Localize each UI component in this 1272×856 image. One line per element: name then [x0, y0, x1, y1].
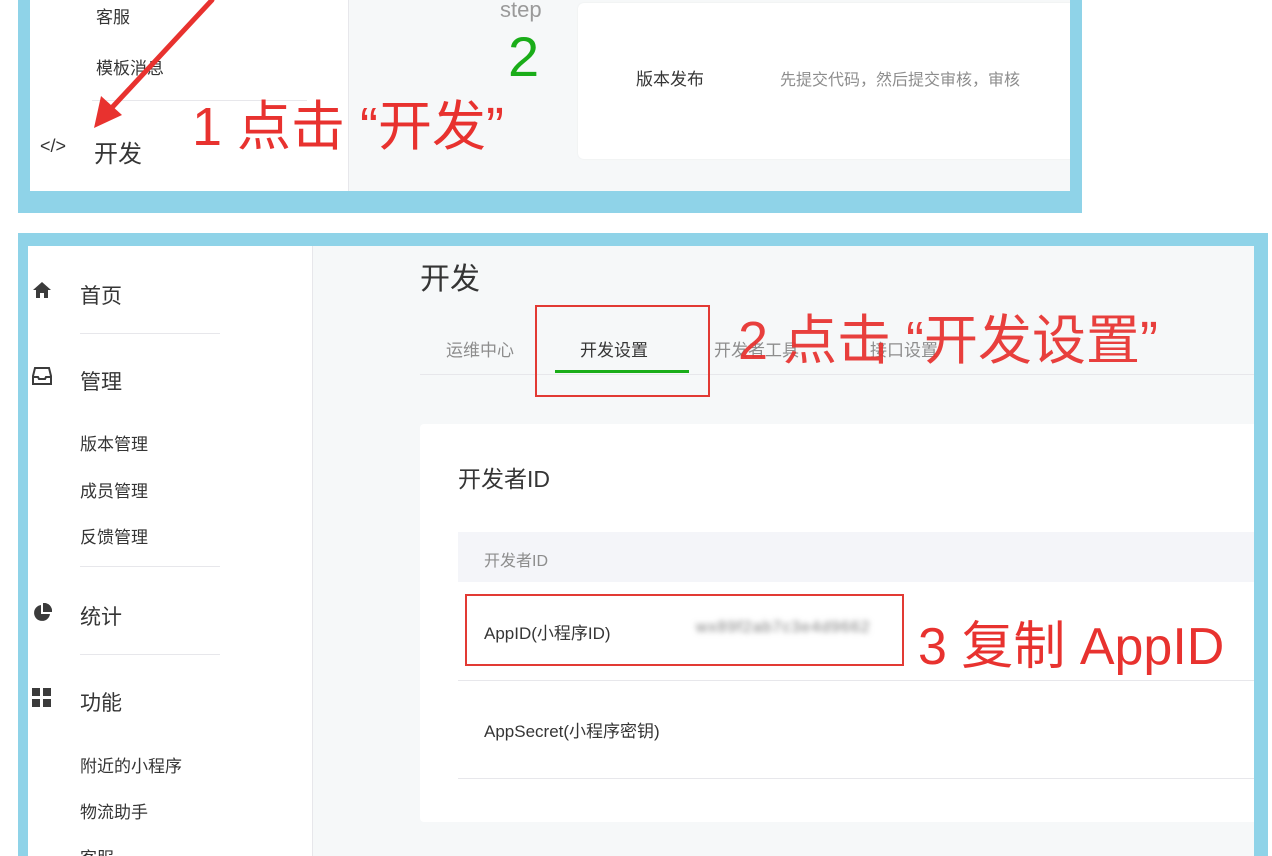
home-icon: [33, 282, 51, 298]
table-row-appsecret: AppSecret(小程序密钥): [458, 680, 1254, 779]
pie-chart-icon: [34, 603, 52, 621]
annotation-step1: 1 点击 “开发”: [192, 97, 505, 157]
sidebar-item-manage[interactable]: 管理: [80, 366, 122, 396]
sidebar-item-feedback-manage[interactable]: 反馈管理: [80, 523, 148, 548]
sidebar-item-home[interactable]: 首页: [80, 280, 122, 310]
release-card: 版本发布 先提交代码，然后提交审核，审核: [578, 3, 1070, 159]
table-header-label: 开发者ID: [484, 553, 549, 570]
table-header: 开发者ID: [458, 532, 1254, 582]
page-title: 开发: [420, 263, 480, 296]
sidebar-item-features[interactable]: 功能: [80, 687, 122, 717]
annotation-step2: 2 点击 “开发设置”: [738, 311, 1159, 371]
grid-icon: [32, 688, 51, 707]
appsecret-label: AppSecret(小程序密钥): [484, 722, 660, 741]
release-card-desc: 先提交代码，然后提交审核，审核: [780, 72, 1021, 89]
section-title: 开发者ID: [458, 466, 550, 492]
sidebar-item-stats[interactable]: 统计: [80, 601, 122, 631]
sidebar-item-version-manage[interactable]: 版本管理: [80, 430, 148, 455]
step-label: step: [500, 0, 542, 22]
sidebar-item-member-manage[interactable]: 成员管理: [80, 477, 148, 502]
annotation-box-dev-settings: [535, 305, 710, 397]
sidebar-item-nearby-miniprogram[interactable]: 附近的小程序: [80, 752, 182, 777]
step-number: 2: [508, 25, 540, 88]
tab-ops-center[interactable]: 运维中心: [446, 336, 514, 361]
annotation-step3: 3 复制 AppID: [918, 618, 1225, 676]
inbox-icon: [32, 367, 52, 385]
annotation-box-appid: [465, 594, 904, 666]
sidebar-item-kefu[interactable]: 客服: [80, 844, 114, 856]
sidebar-item-logistics[interactable]: 物流助手: [80, 798, 148, 823]
release-card-title: 版本发布: [636, 70, 704, 89]
